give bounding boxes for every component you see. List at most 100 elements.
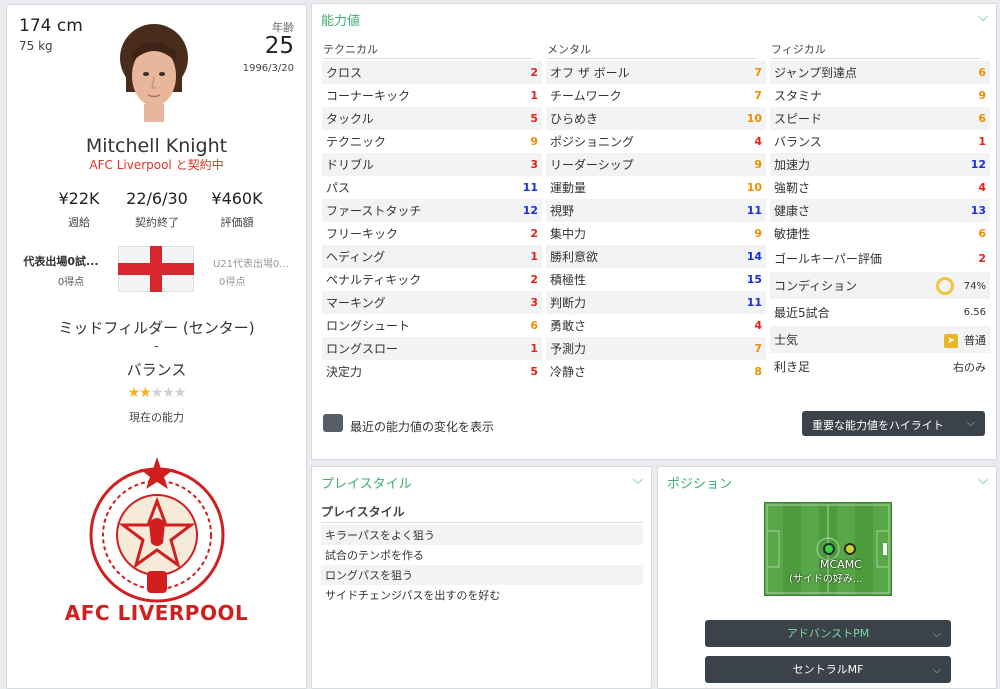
ability-stars: ★★★★★ (7, 385, 306, 401)
attribute-row[interactable]: ペナルティキック 2 (322, 268, 542, 291)
physical-attrs: ジャンプ到達点 6 スタミナ 9 スピード 6 バランス 1 加速力 12 強靭さ 4 健康さ 13 敏捷性… (770, 61, 990, 245)
attribute-row[interactable]: チームワーク 7 (546, 84, 766, 107)
attribute-value: 10 (746, 181, 762, 194)
physical-list: ジャンプ到達点 6 スタミナ 9 スピード 6 バランス 1 加速力 12 強靭さ 4 健康さ 13 敏捷性… (770, 61, 990, 380)
attribute-row[interactable]: ひらめき 10 (546, 107, 766, 130)
attribute-value: 4 (754, 135, 762, 148)
attribute-value: 1 (978, 135, 986, 148)
attribute-row[interactable]: 視野 11 (546, 199, 766, 222)
attribute-row[interactable]: 冷静さ 8 (546, 360, 766, 383)
attribute-row[interactable]: コーナーキック 1 (322, 84, 542, 107)
attribute-name: 集中力 (550, 227, 587, 241)
attribute-row[interactable]: 予測力 7 (546, 337, 766, 360)
wage-stat: ¥22K 週給 (39, 189, 119, 230)
attribute-row[interactable]: マーキング 3 (322, 291, 542, 314)
attribute-row[interactable]: オフ ザ ボール 7 (546, 61, 766, 84)
value-label: 評価額 (220, 216, 254, 229)
recent-changes-checkbox[interactable] (323, 414, 343, 432)
attribute-row[interactable]: リーダーシップ 9 (546, 153, 766, 176)
attribute-row[interactable]: パス 11 (322, 176, 542, 199)
england-flag-icon[interactable] (118, 246, 194, 292)
player-height: 174 cm (19, 16, 83, 36)
attribute-row[interactable]: テクニック 9 (322, 130, 542, 153)
attribute-row[interactable]: ドリブル 3 (322, 153, 542, 176)
condition-label: コンディション (774, 279, 858, 293)
player-position: ミッドフィルダー (センター) (58, 319, 255, 337)
attribute-value: 8 (754, 365, 762, 378)
attribute-row[interactable]: 敏捷性 6 (770, 222, 990, 245)
attribute-row[interactable]: ファーストタッチ 12 (322, 199, 542, 222)
attribute-row[interactable]: スピード 6 (770, 107, 990, 130)
attribute-value: 3 (530, 158, 538, 171)
attributes-title[interactable]: 能力値 (321, 10, 360, 29)
attribute-name: 加速力 (774, 158, 811, 172)
highlight-attributes-button[interactable]: 重要な能力値をハイライト ⌵ (802, 411, 985, 436)
attribute-name: 視野 (550, 204, 575, 218)
physical-header: フィジカル (771, 43, 981, 59)
half-star-icon: ★ (139, 385, 152, 401)
attribute-row[interactable]: 強靭さ 4 (770, 176, 990, 199)
player-role: バランス (126, 361, 187, 379)
attribute-row[interactable]: フリーキック 2 (322, 222, 542, 245)
role-dropdown-2-label: セントラルMF (792, 663, 864, 676)
attribute-row[interactable]: スタミナ 9 (770, 84, 990, 107)
intl-caps[interactable]: 代表出場0試... (15, 253, 107, 269)
attribute-row[interactable]: 勇敢さ 4 (546, 314, 766, 337)
attribute-row[interactable]: ロングスロー 1 (322, 337, 542, 360)
attribute-row[interactable]: ヘディング 1 (322, 245, 542, 268)
attribute-row[interactable]: クロス 2 (322, 61, 542, 84)
playstyle-title[interactable]: プレイスタイル (321, 473, 412, 492)
attribute-value: 1 (530, 89, 538, 102)
attribute-value: 6 (530, 319, 538, 332)
attribute-row[interactable]: 決定力 5 (322, 360, 542, 383)
attribute-name: 判断力 (550, 296, 587, 310)
value-stat: ¥460K 評価額 (197, 189, 277, 230)
attribute-value: 5 (530, 112, 538, 125)
u21-caps[interactable]: U21代表出場0... (213, 255, 303, 270)
attribute-row[interactable]: 運動量 10 (546, 176, 766, 199)
contract-end-value: 22/6/30 (126, 189, 188, 208)
attribute-value: 4 (754, 319, 762, 332)
attribute-name: 積極性 (550, 273, 587, 287)
list-item: 試合のテンポを作る (325, 549, 424, 562)
foot-row: 利き足 右のみ (770, 353, 990, 380)
attribute-row[interactable]: 健康さ 13 (770, 199, 990, 222)
attribute-row[interactable]: ポジショニング 4 (546, 130, 766, 153)
condition-value: 74% (963, 280, 986, 292)
attribute-row[interactable]: ジャンプ到達点 6 (770, 61, 990, 84)
attribute-name: コーナーキック (326, 89, 411, 103)
gk-rating-row[interactable]: ゴールキーパー評価 2 (770, 245, 990, 272)
attribute-name: フリーキック (326, 227, 399, 241)
attribute-value: 7 (754, 342, 762, 355)
chevron-down-icon[interactable]: ⌵ (978, 473, 988, 488)
attribute-row[interactable]: 集中力 9 (546, 222, 766, 245)
position-dot-mc[interactable] (823, 543, 835, 555)
attribute-name: ドリブル (326, 158, 375, 172)
attribute-name: ロングシュート (326, 319, 411, 333)
attribute-row[interactable]: 加速力 12 (770, 153, 990, 176)
contract-end-label: 契約終了 (135, 216, 179, 229)
recent-changes-label[interactable]: 最近の能力値の変化を表示 (350, 418, 494, 435)
star-empty-icon: ★ (150, 385, 164, 401)
attribute-row[interactable]: 判断力 11 (546, 291, 766, 314)
attribute-row[interactable]: 勝利意欲 14 (546, 245, 766, 268)
role-dropdown-2[interactable]: セントラルMF ⌵ (705, 656, 951, 683)
attribute-name: 勝利意欲 (550, 250, 599, 264)
attribute-row[interactable]: ロングシュート 6 (322, 314, 542, 337)
attribute-row[interactable]: タックル 5 (322, 107, 542, 130)
chevron-down-icon[interactable]: ⌵ (978, 10, 988, 25)
attribute-name: リーダーシップ (550, 158, 634, 172)
position-dot-amc[interactable] (844, 543, 856, 555)
role-dropdown-1-label: アドバンストPM (786, 627, 870, 640)
contract-status[interactable]: AFC Liverpool と契約中 (7, 156, 306, 173)
attribute-row[interactable]: 積極性 15 (546, 268, 766, 291)
chevron-down-icon[interactable]: ⌵ (633, 473, 643, 488)
role-dropdown-1[interactable]: アドバンストPM ⌵ (705, 620, 951, 647)
position-dash: - (154, 339, 159, 353)
attribute-row[interactable]: バランス 1 (770, 130, 990, 153)
position-title[interactable]: ポジション (667, 473, 732, 492)
attribute-value: 11 (746, 204, 762, 217)
attribute-name: 決定力 (326, 365, 363, 379)
divider (321, 522, 643, 523)
attributes-panel: 能力値 ⌵ テクニカル メンタル フィジカル クロス 2 コーナーキック 1 タックル 5… (311, 3, 997, 460)
